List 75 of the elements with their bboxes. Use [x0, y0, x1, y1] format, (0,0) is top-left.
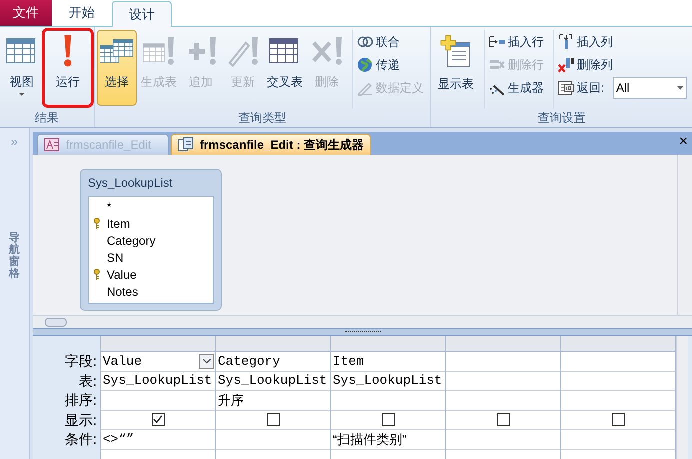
- close-button[interactable]: ×: [679, 134, 688, 149]
- ribbon-tab[interactable]: 设计: [112, 1, 172, 27]
- delete-column-icon: [558, 57, 574, 73]
- ribbon-button[interactable]: 视图: [2, 30, 42, 106]
- ribbon-button[interactable]: 传递: [357, 56, 400, 74]
- field-cell[interactable]: Value: [101, 352, 215, 372]
- checkbox[interactable]: [612, 413, 624, 426]
- group-label: 查询设置: [537, 110, 588, 127]
- ribbon-button[interactable]: 返回:: [558, 79, 604, 97]
- group-label: 查询类型: [238, 110, 288, 127]
- grid-cell[interactable]: Sys_LookupList: [101, 372, 215, 391]
- pane-splitter[interactable]: [33, 328, 692, 336]
- checkbox[interactable]: [382, 413, 394, 426]
- grid-cell[interactable]: Sys_LookupList: [331, 372, 445, 391]
- row-label: 表:: [79, 372, 97, 390]
- grid-cell[interactable]: [216, 410, 330, 430]
- grid-cell[interactable]: [446, 410, 560, 430]
- ribbon-button[interactable]: 删除列: [558, 56, 613, 74]
- row-label: 条件:: [65, 430, 97, 449]
- column-selector[interactable]: [446, 336, 560, 352]
- grid-cell[interactable]: “扫描件类别”: [331, 430, 445, 450]
- row-label: 排序:: [65, 391, 97, 410]
- ribbon-button[interactable]: 显示表: [433, 30, 479, 106]
- column-selector[interactable]: [331, 336, 445, 352]
- field-name[interactable]: Category: [107, 232, 156, 250]
- checkbox[interactable]: [266, 413, 280, 426]
- ribbon-tab[interactable]: 开始: [52, 0, 112, 26]
- grid-cell[interactable]: [331, 410, 445, 430]
- row-label: 字段:: [65, 352, 97, 371]
- globe-icon: [357, 57, 373, 73]
- return-dropdown[interactable]: All: [613, 77, 688, 99]
- exclamation-icon: [64, 35, 72, 67]
- field-cell[interactable]: Category: [216, 352, 330, 372]
- ribbon-button[interactable]: 选择: [97, 30, 137, 106]
- ribbon-button[interactable]: 插入列: [558, 33, 613, 51]
- chevron-icon: [202, 358, 210, 364]
- checkbox[interactable]: [152, 413, 164, 426]
- nav-pane-label: 导航窗格: [9, 232, 20, 280]
- table-plus-icon: [439, 35, 473, 69]
- grid-cell[interactable]: <>“”: [101, 430, 215, 450]
- ribbon-button[interactable]: 运行: [44, 30, 92, 106]
- checkbox[interactable]: [496, 413, 510, 426]
- ribbon-button[interactable]: 交叉表: [265, 30, 305, 106]
- form-icon: [44, 137, 60, 153]
- field-name[interactable]: Item: [107, 214, 130, 232]
- cross-exclamation-icon: [310, 35, 344, 67]
- field-name[interactable]: *: [107, 198, 112, 216]
- group-label: 结果: [34, 110, 60, 127]
- rings-icon: [357, 34, 373, 50]
- row-label: 显示:: [65, 410, 97, 430]
- table-exclamation-icon: [142, 35, 176, 67]
- insert-row-icon: [489, 34, 505, 50]
- grid-cell[interactable]: 升序: [216, 391, 330, 410]
- dropdown-arrow-icon: [677, 86, 684, 90]
- grid-cell[interactable]: [561, 410, 675, 430]
- pencil-exclamation-icon: [226, 35, 260, 67]
- grid-cell[interactable]: [101, 410, 215, 430]
- table-title: Sys_LookupList: [88, 175, 174, 192]
- query-icon: [178, 137, 194, 153]
- field-name[interactable]: Value: [107, 266, 137, 284]
- dropdown-button[interactable]: [199, 354, 214, 369]
- file-tab[interactable]: 文件: [0, 0, 52, 26]
- field-cell[interactable]: Item: [331, 352, 445, 372]
- ribbon-button[interactable]: 插入行: [489, 33, 544, 51]
- grid-cell[interactable]: Sys_LookupList: [216, 372, 330, 391]
- horizontal-scrollbar[interactable]: [33, 315, 692, 328]
- ribbon-button[interactable]: 生成器: [489, 79, 544, 97]
- field-name[interactable]: Notes: [107, 282, 138, 300]
- column-selector[interactable]: [561, 336, 675, 352]
- field-name[interactable]: SN: [107, 248, 124, 266]
- vertical-scrollbar[interactable]: [676, 336, 688, 459]
- table-number-icon: [558, 80, 574, 96]
- document-tab[interactable]: frmscanfile_Edit : 查询生成器: [171, 134, 372, 155]
- ribbon-button[interactable]: 联合: [357, 33, 400, 51]
- insert-column-icon: [558, 34, 574, 50]
